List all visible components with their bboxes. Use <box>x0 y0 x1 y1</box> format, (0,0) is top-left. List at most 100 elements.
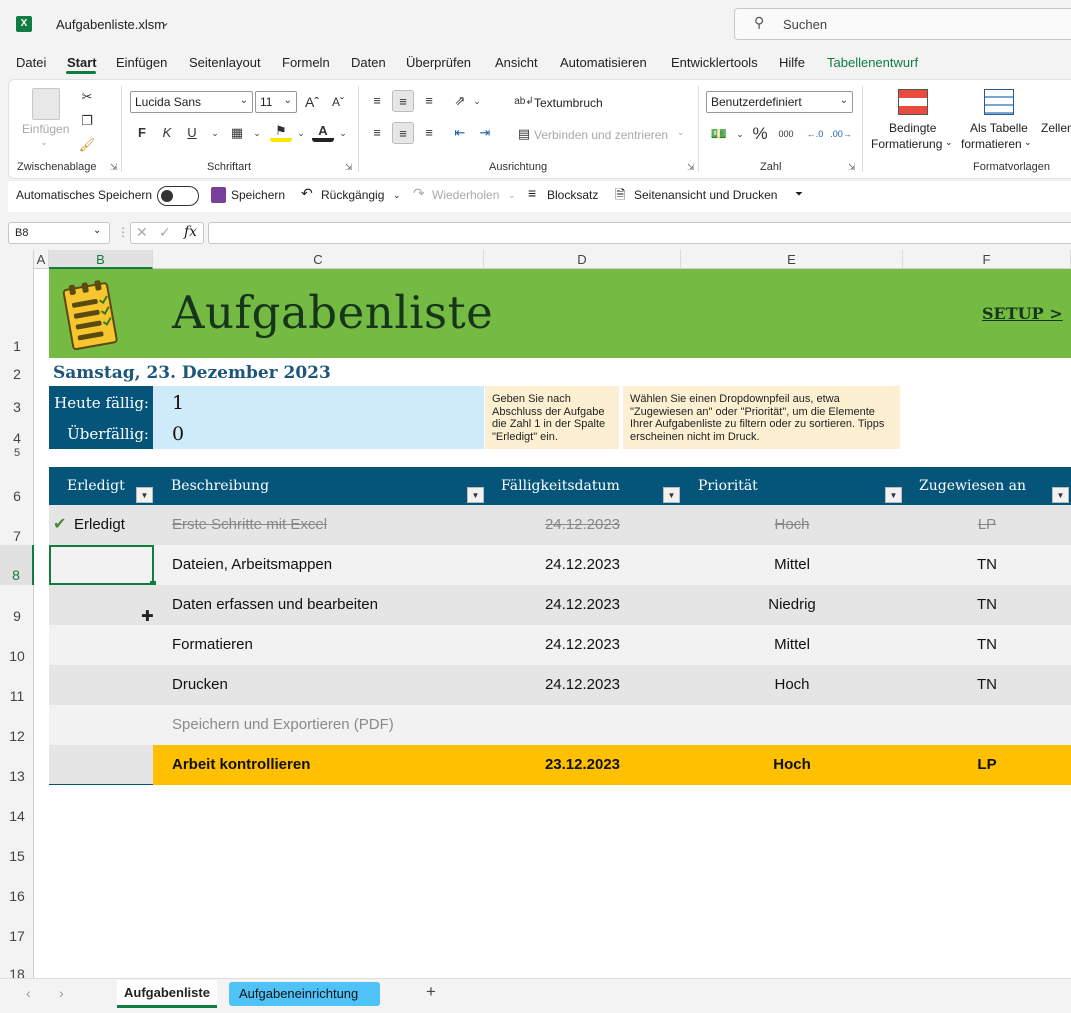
column-header[interactable]: A <box>34 250 49 269</box>
column-header[interactable]: B <box>49 250 153 269</box>
priority-cell[interactable]: Hoch <box>689 745 895 785</box>
number-format-select[interactable]: Benutzerdefiniert ⌄ <box>706 91 853 113</box>
assignee-cell[interactable]: TN <box>902 585 1071 625</box>
row-header[interactable]: 6 <box>0 488 34 504</box>
add-sheet-icon[interactable]: + <box>426 982 436 1002</box>
undo-button[interactable]: Rückgängig <box>321 188 384 202</box>
column-header[interactable]: F <box>903 250 1071 269</box>
row-header[interactable]: 7 <box>0 528 34 544</box>
row-header[interactable]: 10 <box>0 648 34 664</box>
table-row[interactable]: Arbeit kontrollieren 23.12.2023 Hoch LP <box>49 745 1071 785</box>
format-painter-icon[interactable]: 🖌 <box>76 134 98 156</box>
font-color-icon[interactable]: A <box>312 120 334 142</box>
save-icon[interactable] <box>211 187 226 203</box>
description-cell[interactable]: Erste Schritte mit Excel <box>172 505 327 545</box>
cell-styles-button[interactable]: Zellen <box>1041 121 1071 135</box>
align-center-icon[interactable]: ≡ <box>392 122 414 144</box>
customize-qat-icon[interactable]: ⏷ <box>795 189 803 200</box>
column-header[interactable]: E <box>681 250 903 269</box>
filter-dropdown-icon[interactable]: ▼ <box>885 487 902 503</box>
paste-button[interactable]: Einfügen <box>22 122 69 136</box>
font-size-select[interactable]: 11 ⌄ <box>255 91 297 113</box>
merge-center-button[interactable]: Verbinden und zentrieren <box>534 128 668 142</box>
chevron-down-icon[interactable]: ⌄ <box>508 190 516 201</box>
decrease-indent-icon[interactable]: ⇤ <box>449 122 471 144</box>
redo-button[interactable]: Wiederholen <box>432 188 499 202</box>
paste-icon[interactable] <box>32 88 60 120</box>
copy-icon[interactable]: ❐ <box>76 110 98 132</box>
align-bottom-icon[interactable]: ≡ <box>418 90 440 112</box>
chevron-down-icon[interactable]: ⌄ <box>393 190 401 201</box>
menu-datei[interactable]: Datei <box>16 55 46 75</box>
assignee-cell[interactable]: LP <box>902 505 1071 545</box>
insert-function-icon[interactable]: fx <box>184 224 197 240</box>
filter-dropdown-icon[interactable]: ▼ <box>1052 487 1069 503</box>
format-as-table-icon[interactable] <box>984 89 1014 115</box>
chevron-down-icon[interactable]: ⌄ <box>729 123 751 145</box>
table-row[interactable]: Formatieren 24.12.2023 Mittel TN <box>49 625 1071 665</box>
percent-button[interactable]: % <box>749 123 771 145</box>
menu-formeln[interactable]: Formeln <box>282 55 330 75</box>
description-cell[interactable]: Speichern und Exportieren (PDF) <box>172 705 394 745</box>
prev-sheet-icon[interactable]: ‹ <box>26 985 31 1001</box>
chevron-down-icon[interactable]: ⌄ <box>290 122 312 144</box>
decrease-decimal-icon[interactable]: .00→ <box>830 123 852 145</box>
priority-cell[interactable]: Mittel <box>689 625 895 665</box>
description-cell[interactable]: Formatieren <box>172 625 253 665</box>
menu-seitenlayout[interactable]: Seitenlayout <box>189 55 261 75</box>
borders-icon[interactable]: ▦ <box>226 122 248 144</box>
description-cell[interactable]: Dateien, Arbeitsmappen <box>172 545 332 585</box>
align-right-icon[interactable]: ≡ <box>418 122 440 144</box>
menu-einfuegen[interactable]: Einfügen <box>116 55 167 75</box>
assignee-cell[interactable]: TN <box>902 665 1071 705</box>
enter-icon[interactable]: ✓ <box>159 224 171 241</box>
table-row[interactable]: Daten erfassen und bearbeiten 24.12.2023… <box>49 585 1071 625</box>
formula-input[interactable] <box>208 222 1071 244</box>
filter-dropdown-icon[interactable]: ▼ <box>467 487 484 503</box>
priority-cell[interactable]: Hoch <box>689 505 895 545</box>
setup-link[interactable]: SETUP > <box>982 304 1063 323</box>
table-row[interactable]: ✔ Erledigt Erste Schritte mit Excel 24.1… <box>49 505 1071 545</box>
chevron-down-icon[interactable]: ⌄ <box>945 137 953 148</box>
print-preview-icon[interactable]: 🗎 <box>615 186 625 208</box>
align-left-icon[interactable]: ≡ <box>366 122 388 144</box>
chevron-down-icon[interactable]: ⌄ <box>677 127 685 138</box>
row-header[interactable]: 17 <box>0 928 34 944</box>
assignee-cell[interactable]: TN <box>902 545 1071 585</box>
assignee-cell[interactable]: TN <box>902 625 1071 665</box>
merge-center-icon[interactable]: ▤ <box>513 123 535 145</box>
chevron-down-icon[interactable]: ⌄ <box>246 122 268 144</box>
paste-chevron-icon[interactable]: ⌄ <box>40 137 48 148</box>
row-header[interactable]: 2 <box>0 366 34 382</box>
date-cell[interactable]: 24.12.2023 <box>485 545 680 585</box>
dialog-launcher-icon[interactable]: ⇲ <box>848 162 856 173</box>
print-preview-button[interactable]: Seitenansicht und Drucken <box>634 188 777 202</box>
chevron-down-icon[interactable]: ⌄ <box>93 225 101 236</box>
chevron-down-icon[interactable]: ⌄ <box>160 15 170 29</box>
thousands-button[interactable]: 000 <box>775 123 797 145</box>
decrease-font-icon[interactable]: Aˇ <box>327 91 349 113</box>
increase-indent-icon[interactable]: ⇥ <box>474 122 496 144</box>
menu-entwicklertools[interactable]: Entwicklertools <box>671 55 758 75</box>
search-input[interactable]: Suchen <box>783 17 827 32</box>
menu-automatisieren[interactable]: Automatisieren <box>560 55 647 75</box>
underline-button[interactable]: U <box>181 122 203 144</box>
chevron-down-icon[interactable]: ⌄ <box>204 122 226 144</box>
conditional-formatting-icon[interactable] <box>898 89 928 115</box>
align-top-icon[interactable]: ≡ <box>366 90 388 112</box>
date-cell[interactable]: 24.12.2023 <box>485 665 680 705</box>
fill-color-icon[interactable]: ⚑ <box>270 120 292 142</box>
row-header[interactable]: 8 <box>0 545 34 585</box>
filter-dropdown-icon[interactable]: ▼ <box>663 487 680 503</box>
menu-tabellenentwurf[interactable]: Tabellenentwurf <box>827 55 918 75</box>
row-header[interactable]: 11 <box>0 688 34 704</box>
save-button[interactable]: Speichern <box>231 188 285 202</box>
redo-icon[interactable]: ↷ <box>413 185 425 202</box>
menu-ansicht[interactable]: Ansicht <box>495 55 538 75</box>
chevron-down-icon[interactable]: ⌄ <box>332 122 354 144</box>
cut-icon[interactable]: ✂ <box>76 86 98 108</box>
sheet-tab-aufgabeneinrichtung[interactable]: Aufgabeneinrichtung <box>229 982 380 1006</box>
increase-decimal-icon[interactable]: ←.0 <box>804 123 826 145</box>
menu-ueberpruefen[interactable]: Überprüfen <box>406 55 471 75</box>
dialog-launcher-icon[interactable]: ⇲ <box>345 162 353 173</box>
